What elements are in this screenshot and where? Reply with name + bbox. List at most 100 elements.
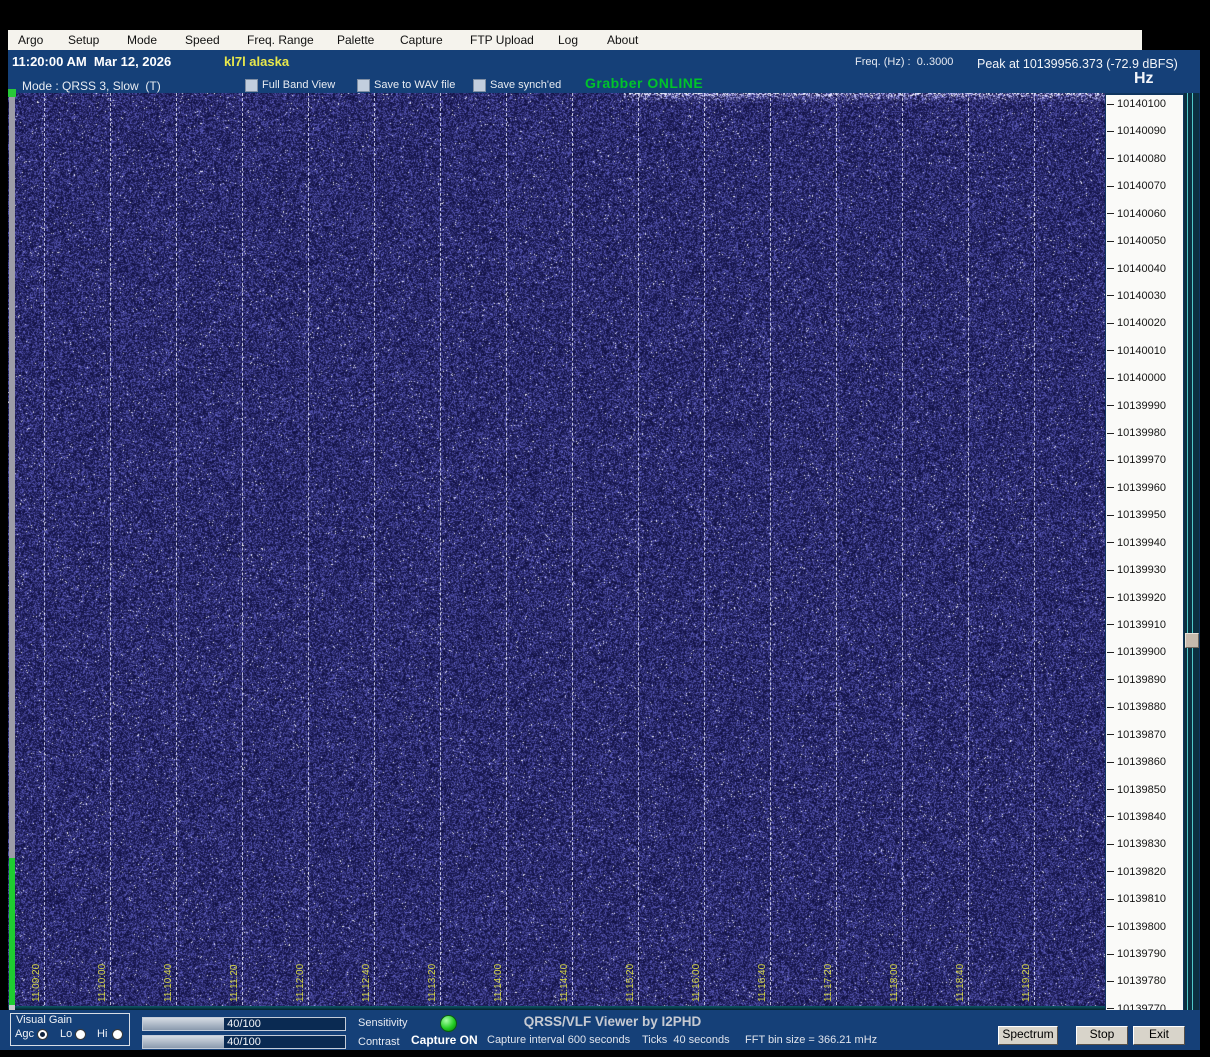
freq-tick-label: 10140000: [1117, 372, 1166, 385]
time-gridline: [902, 93, 903, 1010]
scrollbar-thumb[interactable]: [1185, 633, 1199, 648]
freq-tick-mark: [1107, 871, 1114, 873]
freq-tick-row: 10139950: [1107, 509, 1166, 521]
freq-tick-label: 10140010: [1117, 344, 1166, 357]
radio-lo[interactable]: [75, 1029, 86, 1040]
freq-tick-label: 10139960: [1117, 481, 1166, 494]
menu-item-speed[interactable]: Speed: [185, 33, 220, 47]
menu-item-palette[interactable]: Palette: [337, 33, 374, 47]
time-gridline: [374, 93, 375, 1010]
freq-tick-row: 10139940: [1107, 537, 1166, 549]
sensitivity-slider[interactable]: 40/100: [142, 1017, 346, 1031]
capture-status: Capture ON: [411, 1033, 478, 1047]
freq-tick-mark: [1107, 706, 1114, 708]
freq-tick-mark: [1107, 103, 1114, 105]
freq-tick-mark: [1107, 816, 1114, 818]
time-tick-label: 11:12:00: [295, 963, 306, 1002]
time-tick-label: 11:12:40: [361, 963, 372, 1002]
freq-tick-label: 10140070: [1117, 180, 1166, 193]
freq-tick-mark: [1107, 158, 1114, 160]
checkbox-full-band-view[interactable]: [245, 79, 258, 92]
checkbox-save-to-wav-file[interactable]: [357, 79, 370, 92]
contrast-value: 40/100: [227, 1036, 261, 1048]
freq-tick-mark: [1107, 322, 1114, 324]
radio-hi[interactable]: [112, 1029, 123, 1040]
time-tick-label: 11:10:40: [163, 963, 174, 1002]
frequency-scale: 10140100 10140090 10140080 10140070 10140060…: [1106, 95, 1183, 1018]
waterfall-canvas[interactable]: [8, 93, 1106, 1010]
freq-tick-label: 10140100: [1117, 98, 1166, 110]
scrollbar-track-line: [1192, 93, 1193, 1010]
freq-tick-row: 10139840: [1107, 811, 1166, 823]
time-gridline: [110, 93, 111, 1010]
freq-tick-label: 10140080: [1117, 152, 1166, 165]
menu-item-argo[interactable]: Argo: [18, 33, 43, 47]
freq-tick-mark: [1107, 926, 1114, 928]
freq-tick-mark: [1107, 240, 1114, 242]
freq-tick-mark: [1107, 789, 1114, 790]
freq-tick-row: 10140060: [1107, 208, 1166, 220]
freq-tick-label: 10139830: [1117, 838, 1166, 851]
freq-tick-row: 10140090: [1107, 125, 1166, 137]
menu-item-about[interactable]: About: [607, 33, 638, 47]
bottom-control-bar: Visual Gain Agc Lo Hi 40/100 40/100 Sensit…: [0, 1010, 1200, 1050]
freq-tick-row: 10140100: [1107, 98, 1166, 110]
freq-tick-mark: [1107, 843, 1114, 845]
freq-tick-mark: [1107, 459, 1114, 461]
sensitivity-value: 40/100: [227, 1018, 261, 1030]
freq-tick-row: 10139880: [1107, 701, 1166, 713]
freq-tick-mark: [1107, 651, 1114, 653]
freq-tick-row: 10140080: [1107, 153, 1166, 165]
freq-tick-mark: [1107, 569, 1114, 571]
frequency-scrollbar[interactable]: [1184, 93, 1199, 1010]
time-tick-label: 11:13:20: [427, 963, 438, 1002]
freq-tick-label: 10139800: [1117, 920, 1166, 933]
menu-bar: Argo Setup Mode Speed Freq. Range Palette Capt…: [8, 30, 1142, 50]
time-tick-label: 11:17:20: [823, 963, 834, 1002]
freq-tick-mark: [1107, 898, 1114, 900]
freq-tick-mark: [1107, 185, 1114, 187]
time-tick-label: 11:16:00: [691, 963, 702, 1002]
time-tick-label: 11:14:00: [493, 963, 504, 1002]
freq-tick-label: 10139860: [1117, 756, 1166, 769]
freq-tick-mark: [1107, 487, 1114, 489]
time-tick-label: 11:11:20: [229, 964, 240, 1002]
freq-tick-mark: [1107, 377, 1114, 379]
radio-agc[interactable]: [37, 1029, 48, 1040]
checkbox-save-synch-ed[interactable]: [473, 79, 486, 92]
freq-tick-label: 10139870: [1117, 728, 1166, 741]
freq-tick-mark: [1107, 213, 1114, 215]
radio-label-hi: Hi: [97, 1028, 108, 1040]
freq-tick-row: 10139790: [1107, 948, 1166, 960]
menu-item-mode[interactable]: Mode: [127, 33, 157, 47]
freq-tick-label: 10140030: [1117, 289, 1166, 302]
freq-tick-row: 10139910: [1107, 619, 1166, 631]
menu-item-setup[interactable]: Setup: [68, 33, 99, 47]
freq-tick-label: 10140050: [1117, 235, 1166, 248]
spectrum-button[interactable]: Spectrum: [998, 1026, 1058, 1045]
freq-tick-label: 10139900: [1117, 646, 1166, 659]
freq-tick-label: 10139810: [1117, 893, 1166, 906]
menu-item-log[interactable]: Log: [558, 33, 578, 47]
time-tick-label: 11:10:00: [97, 963, 108, 1002]
peak-readout: Peak at 10139956.373 (-72.9 dBFS): [977, 57, 1178, 71]
freq-tick-mark: [1107, 350, 1114, 352]
waterfall-display[interactable]: 11:09:20 11:10:00 11:10:40 11:11:20 11:12:00…: [8, 93, 1106, 1010]
freq-tick-row: 10139810: [1107, 893, 1166, 905]
menu-item-capture[interactable]: Capture: [400, 33, 443, 47]
freq-tick-row: 10139800: [1107, 921, 1166, 933]
freq-tick-label: 10139970: [1117, 454, 1166, 467]
menu-item-ftp-upload[interactable]: FTP Upload: [470, 33, 534, 47]
menu-item-freq-range[interactable]: Freq. Range: [247, 33, 314, 47]
contrast-slider[interactable]: 40/100: [142, 1035, 346, 1049]
freq-tick-row: 10139890: [1107, 674, 1166, 686]
freq-tick-label: 10140020: [1117, 317, 1166, 330]
ticks-label: Ticks 40 seconds: [642, 1034, 730, 1046]
freq-tick-label: 10139840: [1117, 810, 1166, 823]
stop-button[interactable]: Stop: [1076, 1026, 1128, 1045]
freq-tick-label: 10139980: [1117, 427, 1166, 440]
exit-button[interactable]: Exit: [1133, 1026, 1185, 1045]
capture-progress-track: [9, 97, 15, 858]
visual-gain-groupbox: Visual Gain Agc Lo Hi: [10, 1013, 130, 1046]
clock-date: 11:20:00 AM Mar 12, 2026: [12, 54, 172, 69]
